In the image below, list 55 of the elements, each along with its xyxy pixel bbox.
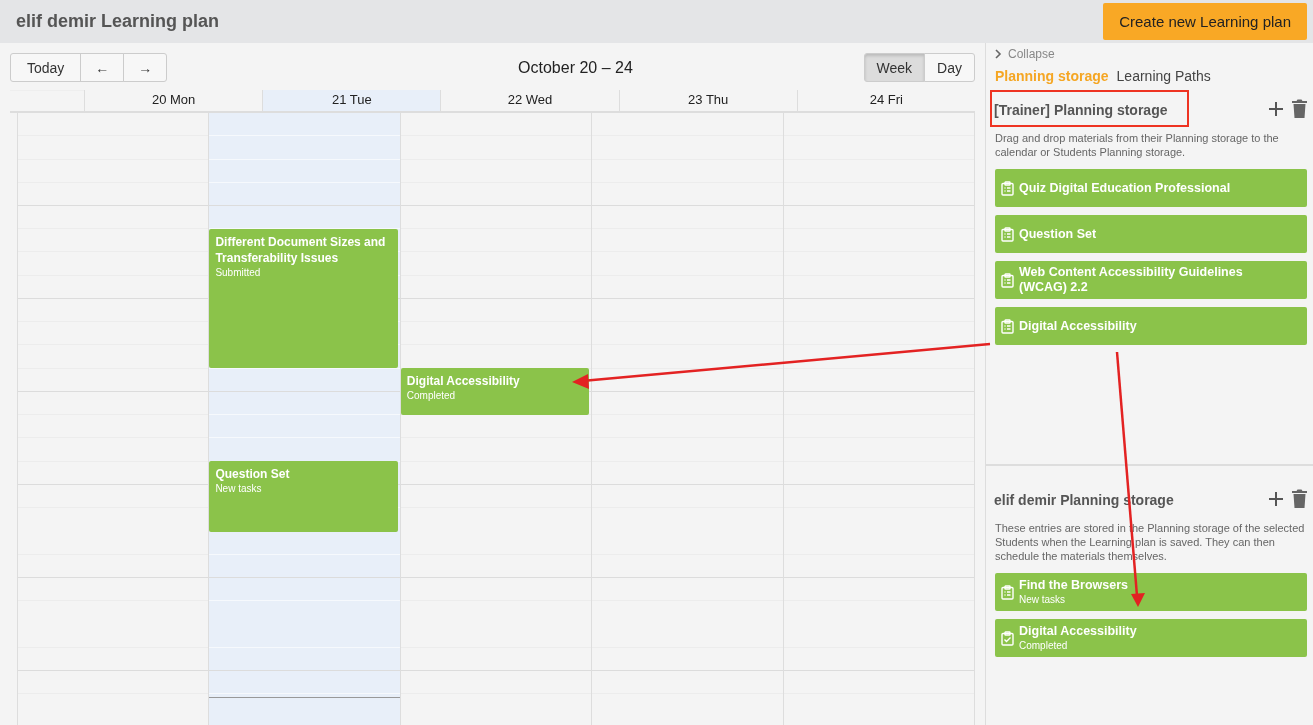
material-status: Completed (1019, 639, 1069, 652)
calendar-event[interactable]: Different Document Sizes and Transferability Issues Submitted (209, 229, 398, 368)
create-plan-button[interactable]: Create new Learning plan (1103, 3, 1307, 40)
collapse-button[interactable]: Collapse (986, 43, 1064, 61)
day-header: 21 Tue (262, 90, 441, 111)
delete-button[interactable] (1292, 489, 1307, 508)
day-header: 23 Thu (618, 90, 797, 111)
material-title: Web Content Accessibility Guidelines (WCAG) 2.2 (1019, 265, 1244, 295)
day-header: 24 Fri (796, 90, 975, 111)
plus-icon (1268, 100, 1284, 117)
event-status: Completed (406, 389, 457, 403)
clipboard-check-icon (1001, 630, 1014, 646)
date-range-title: October 20 – 24 (518, 58, 633, 77)
storage-title: [Trainer] Planning storage (994, 102, 1168, 118)
event-title: Different Document Sizes and Transferability Issues (215, 234, 387, 266)
material-status: New tasks (1019, 593, 1067, 606)
clipboard-list-icon (1001, 584, 1014, 600)
material-card[interactable]: Digital Accessibility (995, 307, 1307, 345)
add-button[interactable] (1268, 490, 1284, 507)
material-title: Digital Accessibility (1019, 624, 1137, 639)
clipboard-list-icon (1001, 180, 1014, 196)
material-card[interactable]: Quiz Digital Education Professional (995, 169, 1307, 207)
material-card[interactable]: Find the Browsers New tasks (995, 573, 1307, 611)
material-card[interactable]: Digital Accessibility Completed (995, 619, 1307, 657)
storage-description: Drag and drop materials from their Planning storage to the calendar or Students Planning storage. (995, 131, 1280, 159)
page-title: elif demir Learning plan (16, 11, 220, 32)
material-title: Find the Browsers (1019, 578, 1129, 593)
panel-tab[interactable]: Learning Paths (1116, 68, 1211, 84)
add-button[interactable] (1268, 100, 1284, 117)
delete-button[interactable] (1292, 99, 1307, 118)
chevron-icon (995, 49, 1002, 59)
day-header: 22 Wed (440, 90, 619, 111)
event-status: Submitted (215, 266, 262, 280)
view-tab[interactable]: Day (924, 53, 975, 82)
previous-button[interactable]: ← (80, 53, 125, 82)
plus-icon (1268, 490, 1284, 507)
calendar-event[interactable]: Digital Accessibility Completed (400, 368, 590, 415)
event-status: New tasks (215, 482, 263, 496)
material-card[interactable]: Question Set (995, 215, 1307, 253)
event-title: Question Set (215, 466, 291, 482)
clipboard-list-icon (1001, 226, 1014, 242)
clipboard-list-icon (1001, 318, 1014, 334)
material-title: Question Set (1019, 226, 1097, 242)
event-title: Digital Accessibility (406, 373, 521, 389)
trash-icon (1292, 99, 1307, 118)
next-button[interactable]: → (123, 53, 168, 82)
calendar-event[interactable]: Question Set New tasks (209, 461, 398, 532)
view-tab[interactable]: Week (863, 53, 926, 82)
clipboard-list-icon (1001, 272, 1014, 288)
material-title: Quiz Digital Education Professional (1019, 180, 1231, 196)
material-title: Digital Accessibility (1019, 318, 1137, 334)
material-card[interactable]: Web Content Accessibility Guidelines (WCAG) 2.2 (995, 261, 1307, 299)
today-button[interactable]: Today (10, 53, 82, 82)
trash-icon (1292, 489, 1307, 508)
panel-tab[interactable]: Planning storage (995, 68, 1109, 84)
